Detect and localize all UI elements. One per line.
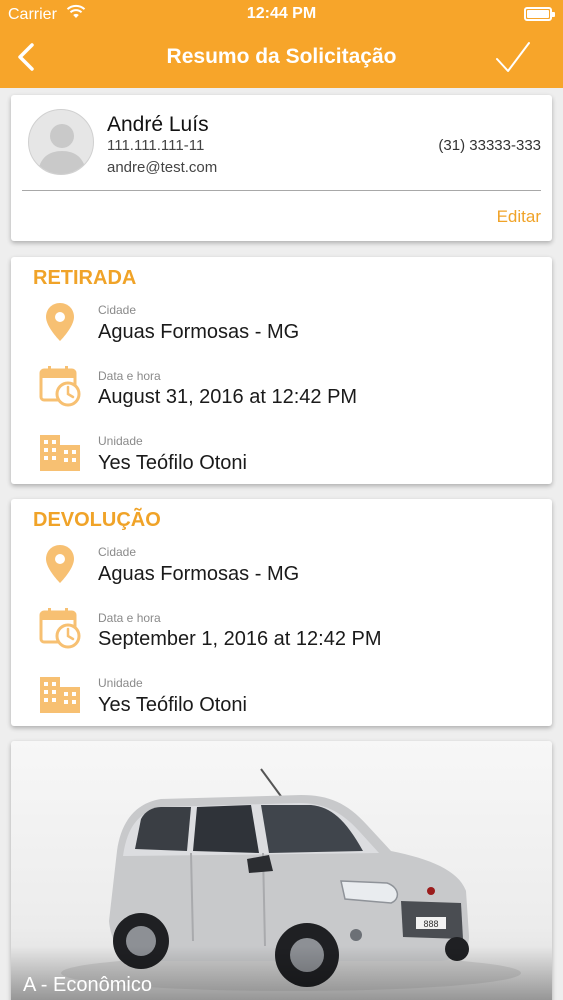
license-plate: 888 xyxy=(423,919,438,929)
return-datetime-label: Data e hora xyxy=(98,611,161,625)
user-document: 111.111.111-11 xyxy=(107,137,205,154)
car-card[interactable]: 888 A - Econômico xyxy=(11,741,552,1000)
pickup-unit-label: Unidade xyxy=(98,434,143,448)
user-card: André Luís 111.111.111-11 andre@test.com… xyxy=(11,95,552,241)
building-icon xyxy=(40,435,80,471)
return-unit-label: Unidade xyxy=(98,676,143,690)
person-placeholder-icon xyxy=(38,124,86,174)
pickup-city-label: Cidade xyxy=(98,303,137,317)
calendar-clock-icon xyxy=(39,366,81,407)
return-datetime: September 1, 2016 at 12:42 PM xyxy=(98,628,382,650)
building-icon xyxy=(40,677,80,713)
status-time: 12:44 PM xyxy=(246,5,317,22)
pickup-card: RETIRADA Cidade Aguas Formosas - MG Data… xyxy=(11,257,552,484)
edit-button[interactable]: Editar xyxy=(497,207,541,227)
return-card: DEVOLUÇÃO Cidade Aguas Formosas - MG Dat… xyxy=(11,499,552,726)
pickup-datetime-label: Data e hora xyxy=(98,369,161,383)
return-city-label: Cidade xyxy=(98,545,137,559)
section-title-return: DEVOLUÇÃO xyxy=(33,509,161,531)
battery-icon xyxy=(524,7,555,21)
pickup-datetime: August 31, 2016 at 12:42 PM xyxy=(98,386,358,408)
navigation-bar: Carrier 12:44 PM Resumo da Solicitação xyxy=(0,0,563,88)
confirm-checkmark-icon[interactable] xyxy=(494,40,532,76)
return-unit: Yes Teófilo Otoni xyxy=(98,694,247,716)
divider xyxy=(22,190,541,191)
pickup-unit: Yes Teófilo Otoni xyxy=(98,452,247,474)
status-bar: Carrier 12:44 PM xyxy=(0,0,563,30)
user-name: André Luís xyxy=(107,113,209,136)
section-title-pickup: RETIRADA xyxy=(33,267,137,289)
avatar xyxy=(28,109,94,175)
user-email: andre@test.com xyxy=(107,159,218,176)
location-pin-icon xyxy=(46,545,74,583)
return-city: Aguas Formosas - MG xyxy=(98,563,300,585)
calendar-clock-icon xyxy=(39,608,81,649)
car-category: A - Econômico xyxy=(23,974,152,996)
page-title: Resumo da Solicitação xyxy=(166,45,397,68)
pickup-city: Aguas Formosas - MG xyxy=(98,321,300,343)
location-pin-icon xyxy=(46,303,74,341)
user-phone: (31) 33333-333 xyxy=(438,137,541,154)
